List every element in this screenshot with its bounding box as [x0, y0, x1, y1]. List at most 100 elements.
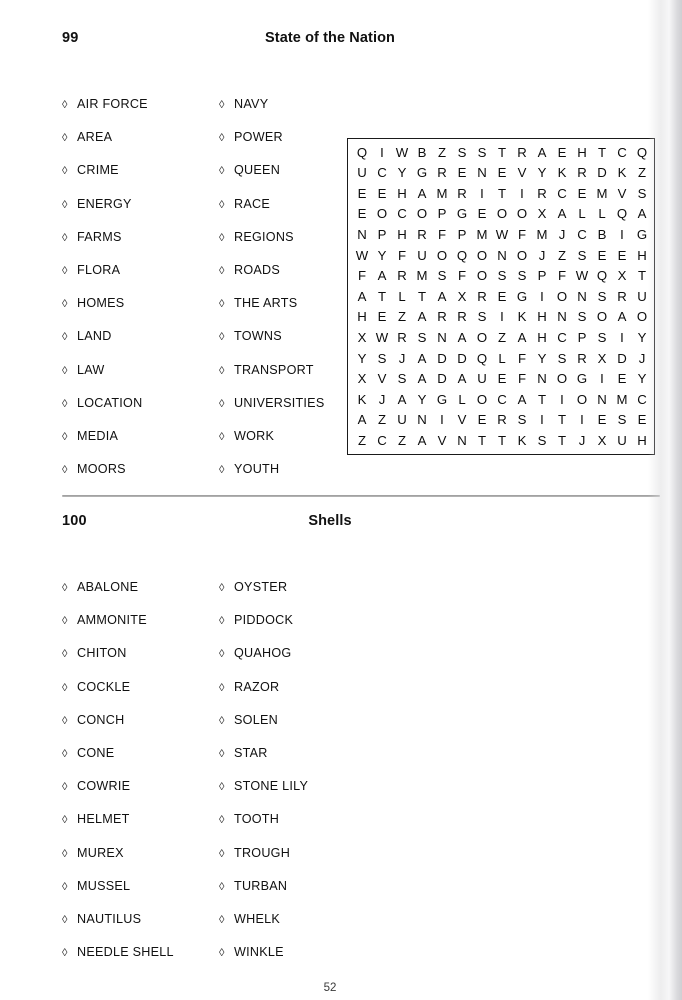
grid-letter-cell[interactable]: I: [612, 228, 632, 241]
grid-letter-cell[interactable]: A: [392, 393, 412, 406]
grid-letter-cell[interactable]: F: [432, 228, 452, 241]
grid-letter-cell[interactable]: D: [592, 166, 612, 179]
grid-letter-cell[interactable]: R: [612, 290, 632, 303]
grid-letter-cell[interactable]: P: [532, 269, 552, 282]
word-list-item[interactable]: ◊ CONCH: [62, 714, 212, 747]
word-list-item[interactable]: ◊ STAR: [219, 747, 359, 780]
word-list-item[interactable]: ◊ AMMONITE: [62, 614, 212, 647]
grid-letter-cell[interactable]: E: [372, 187, 392, 200]
grid-letter-cell[interactable]: M: [432, 187, 452, 200]
grid-letter-cell[interactable]: E: [572, 187, 592, 200]
grid-letter-cell[interactable]: P: [572, 331, 592, 344]
grid-letter-cell[interactable]: I: [512, 187, 532, 200]
grid-letter-cell[interactable]: M: [472, 228, 492, 241]
grid-letter-cell[interactable]: R: [452, 187, 472, 200]
grid-letter-cell[interactable]: Y: [372, 248, 392, 261]
grid-letter-cell[interactable]: A: [452, 331, 472, 344]
grid-letter-cell[interactable]: H: [632, 434, 652, 447]
grid-letter-cell[interactable]: G: [412, 166, 432, 179]
grid-letter-cell[interactable]: P: [432, 207, 452, 220]
word-list-item[interactable]: ◊ REGIONS: [219, 231, 359, 264]
grid-letter-cell[interactable]: P: [372, 228, 392, 241]
grid-letter-cell[interactable]: G: [432, 393, 452, 406]
word-list-item[interactable]: ◊ THE ARTS: [219, 297, 359, 330]
grid-letter-cell[interactable]: S: [632, 187, 652, 200]
grid-letter-cell[interactable]: Q: [352, 145, 372, 158]
grid-letter-cell[interactable]: Q: [592, 269, 612, 282]
grid-letter-cell[interactable]: I: [472, 187, 492, 200]
word-list-item[interactable]: ◊ OYSTER: [219, 581, 359, 614]
grid-letter-cell[interactable]: Y: [632, 331, 652, 344]
grid-letter-cell[interactable]: D: [432, 351, 452, 364]
grid-letter-cell[interactable]: S: [532, 434, 552, 447]
grid-letter-cell[interactable]: V: [432, 434, 452, 447]
grid-letter-cell[interactable]: C: [612, 145, 632, 158]
grid-letter-cell[interactable]: R: [492, 413, 512, 426]
grid-letter-cell[interactable]: E: [352, 187, 372, 200]
word-list-item[interactable]: ◊ QUEEN: [219, 164, 359, 197]
grid-letter-cell[interactable]: Z: [392, 310, 412, 323]
word-list-item[interactable]: ◊ NAVY: [219, 98, 359, 131]
grid-letter-cell[interactable]: E: [352, 207, 372, 220]
grid-letter-cell[interactable]: A: [512, 393, 532, 406]
word-list-item[interactable]: ◊ CHITON: [62, 647, 212, 680]
grid-letter-cell[interactable]: G: [452, 207, 472, 220]
grid-letter-cell[interactable]: A: [412, 187, 432, 200]
grid-letter-cell[interactable]: B: [592, 228, 612, 241]
puzzle-99-letter-grid[interactable]: QIWBZSSTRAEHTCQUCYGRENEVYKRDKZEEHAMRITIR…: [347, 138, 655, 455]
grid-letter-cell[interactable]: S: [572, 248, 592, 261]
grid-letter-cell[interactable]: R: [572, 166, 592, 179]
grid-letter-cell[interactable]: X: [532, 207, 552, 220]
grid-letter-cell[interactable]: A: [412, 310, 432, 323]
grid-letter-cell[interactable]: I: [532, 290, 552, 303]
grid-letter-cell[interactable]: I: [592, 372, 612, 385]
grid-letter-cell[interactable]: R: [512, 145, 532, 158]
grid-letter-cell[interactable]: E: [552, 145, 572, 158]
grid-letter-cell[interactable]: G: [572, 372, 592, 385]
word-list-item[interactable]: ◊ WHELK: [219, 913, 359, 946]
grid-letter-cell[interactable]: A: [432, 290, 452, 303]
word-list-item[interactable]: ◊ LAW: [62, 363, 212, 397]
grid-letter-cell[interactable]: C: [572, 228, 592, 241]
grid-letter-cell[interactable]: S: [552, 351, 572, 364]
grid-letter-cell[interactable]: D: [452, 351, 472, 364]
grid-letter-cell[interactable]: T: [592, 145, 612, 158]
grid-letter-cell[interactable]: Y: [532, 351, 552, 364]
grid-letter-cell[interactable]: W: [392, 145, 412, 158]
grid-letter-cell[interactable]: N: [492, 248, 512, 261]
word-list-item[interactable]: ◊ WORK: [219, 430, 359, 463]
word-list-item[interactable]: ◊ YOUTH: [219, 463, 359, 496]
grid-letter-cell[interactable]: F: [512, 351, 532, 364]
word-list-item[interactable]: ◊ RAZOR: [219, 680, 359, 714]
grid-letter-cell[interactable]: F: [512, 372, 532, 385]
word-list-item[interactable]: ◊ CRIME: [62, 164, 212, 197]
grid-letter-cell[interactable]: E: [452, 166, 472, 179]
grid-letter-cell[interactable]: T: [532, 393, 552, 406]
grid-letter-cell[interactable]: X: [612, 269, 632, 282]
grid-letter-cell[interactable]: R: [412, 228, 432, 241]
grid-letter-cell[interactable]: X: [452, 290, 472, 303]
word-list-item[interactable]: ◊ TURBAN: [219, 880, 359, 913]
grid-letter-cell[interactable]: O: [472, 248, 492, 261]
grid-letter-cell[interactable]: Q: [452, 248, 472, 261]
grid-letter-cell[interactable]: T: [412, 290, 432, 303]
grid-letter-cell[interactable]: M: [532, 228, 552, 241]
grid-letter-cell[interactable]: C: [372, 166, 392, 179]
grid-letter-cell[interactable]: O: [492, 207, 512, 220]
grid-letter-cell[interactable]: D: [432, 372, 452, 385]
grid-letter-cell[interactable]: H: [572, 145, 592, 158]
grid-letter-cell[interactable]: O: [552, 372, 572, 385]
word-list-item[interactable]: ◊ POWER: [219, 131, 359, 164]
grid-letter-cell[interactable]: R: [452, 310, 472, 323]
grid-letter-cell[interactable]: O: [512, 248, 532, 261]
grid-letter-cell[interactable]: T: [552, 434, 572, 447]
grid-letter-cell[interactable]: S: [472, 310, 492, 323]
grid-letter-cell[interactable]: Y: [352, 351, 372, 364]
grid-letter-cell[interactable]: N: [352, 228, 372, 241]
grid-letter-cell[interactable]: O: [592, 310, 612, 323]
grid-letter-cell[interactable]: N: [532, 372, 552, 385]
word-list-item[interactable]: ◊ AIR FORCE: [62, 98, 212, 131]
grid-letter-cell[interactable]: Z: [372, 413, 392, 426]
grid-letter-cell[interactable]: F: [392, 248, 412, 261]
grid-letter-cell[interactable]: D: [612, 351, 632, 364]
